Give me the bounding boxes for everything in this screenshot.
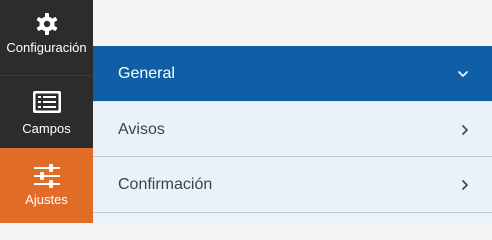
chevron-right-icon — [462, 179, 468, 190]
section-label: General — [118, 64, 175, 82]
gear-icon — [36, 13, 57, 35]
sidebar-item-label: Campos — [22, 121, 71, 136]
section-confirmacion[interactable]: Confirmación — [93, 157, 492, 212]
sidebar-item-label: Configuración — [6, 40, 87, 55]
chevron-right-icon — [462, 124, 468, 135]
section-label: Avisos — [118, 120, 165, 138]
chevron-down-icon — [458, 70, 468, 77]
next-section-partial[interactable] — [93, 213, 492, 223]
sidebar-item-ajustes[interactable]: Ajustes — [0, 148, 93, 223]
sliders-icon — [33, 164, 60, 188]
builder-sidebar: Configuración Campos Ajustes — [0, 0, 93, 223]
sidebar-item-configuracion[interactable]: Configuración — [0, 0, 93, 75]
section-general[interactable]: General — [93, 46, 492, 101]
list-icon — [32, 91, 61, 113]
sidebar-item-label: Ajustes — [25, 192, 68, 207]
sidebar-item-campos[interactable]: Campos — [0, 75, 93, 148]
section-label: Confirmación — [118, 175, 213, 193]
settings-accordion: General Avisos Confirmación — [93, 46, 492, 223]
section-avisos[interactable]: Avisos — [93, 102, 492, 157]
top-area — [93, 0, 492, 46]
